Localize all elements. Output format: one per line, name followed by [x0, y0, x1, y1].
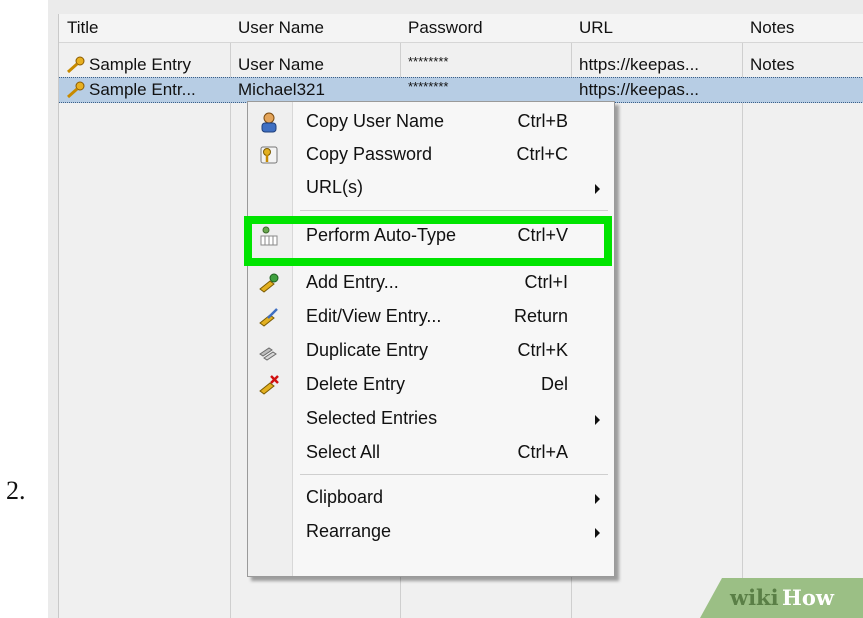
submenu-arrow-icon [595, 528, 600, 538]
delete-entry-icon [259, 375, 279, 395]
column-header-notes[interactable]: Notes [750, 14, 794, 42]
menu-item-urls[interactable]: URL(s) [248, 172, 614, 205]
menu-item-edit-view-entry[interactable]: Edit/View Entry... Return [248, 301, 614, 334]
column-header-user-name[interactable]: User Name [238, 14, 324, 42]
menu-item-label: Duplicate Entry [306, 340, 429, 360]
context-menu: Copy User Name Ctrl+B Copy Password Ctrl… [247, 101, 615, 577]
menu-item-shortcut: Return [513, 306, 568, 326]
cell-notes: Notes [750, 55, 795, 74]
column-header-password[interactable]: Password [408, 14, 483, 42]
column-header-url[interactable]: URL [579, 14, 613, 42]
menu-item-label: Selected Entries [306, 408, 438, 428]
menu-item-label: Copy Password [306, 144, 433, 164]
submenu-arrow-icon [595, 415, 600, 425]
step-number: 2. [6, 476, 26, 505]
menu-item-label: URL(s) [306, 177, 363, 197]
menu-item-delete-entry[interactable]: Delete Entry Del [248, 369, 614, 402]
menu-item-select-all[interactable]: Select All Ctrl+A [248, 437, 614, 470]
cell-url: https://keepas... [579, 55, 700, 74]
wikihow-watermark: wiki How [700, 578, 863, 618]
cell-password: ******** [408, 54, 449, 69]
edit-entry-icon [259, 308, 278, 327]
entry-key-icon [67, 81, 85, 99]
key-icon [260, 146, 278, 164]
menu-item-rearrange[interactable]: Rearrange [248, 516, 614, 549]
menu-item-label: Delete Entry [306, 374, 406, 394]
menu-item-clipboard[interactable]: Clipboard [248, 482, 614, 515]
menu-item-label: Clipboard [306, 487, 384, 507]
cell-user-name: User Name [238, 55, 324, 74]
menu-item-label: Rearrange [306, 521, 392, 541]
menu-item-duplicate-entry[interactable]: Duplicate Entry Ctrl+K [248, 335, 614, 368]
menu-item-shortcut: Ctrl+C [516, 144, 568, 164]
table-row[interactable]: Sample Entry User Name ******** https://… [59, 52, 863, 78]
menu-item-shortcut: Ctrl+B [517, 111, 568, 131]
menu-item-label: Select All [306, 442, 381, 462]
table-row-selected[interactable]: Sample Entr... Michael321 ******** https… [59, 77, 863, 103]
menu-item-label: Copy User Name [306, 111, 445, 131]
entry-key-icon [67, 56, 85, 74]
menu-item-shortcut: Ctrl+K [517, 340, 568, 360]
menu-item-label: Edit/View Entry... [306, 306, 442, 326]
column-header-title[interactable]: Title [67, 14, 99, 42]
cell-title: Sample Entr... [89, 80, 196, 99]
watermark-wiki: wiki [730, 585, 779, 610]
submenu-arrow-icon [595, 494, 600, 504]
cell-user-name: Michael321 [238, 80, 325, 99]
menu-item-copy-password[interactable]: Copy Password Ctrl+C [248, 139, 614, 172]
menu-item-shortcut: Ctrl+A [517, 442, 568, 462]
user-icon [261, 112, 277, 133]
column-divider[interactable] [230, 14, 231, 618]
menu-item-copy-user-name[interactable]: Copy User Name Ctrl+B [248, 106, 614, 139]
cell-password: ******** [408, 79, 449, 94]
watermark-how: How [782, 585, 834, 610]
menu-item-label: Add Entry... [306, 272, 399, 292]
auto-type-highlight-box [244, 216, 612, 266]
menu-item-add-entry[interactable]: Add Entry... Ctrl+I [248, 267, 614, 300]
duplicate-entry-icon [259, 347, 277, 361]
menu-separator [300, 210, 608, 211]
add-entry-icon [259, 273, 279, 293]
menu-item-shortcut: Del [540, 374, 568, 394]
menu-separator [300, 474, 608, 475]
menu-item-selected-entries[interactable]: Selected Entries [248, 403, 614, 436]
column-header-row: Title User Name Password URL Notes [59, 14, 863, 43]
cell-title: Sample Entry [89, 55, 192, 74]
menu-item-shortcut: Ctrl+I [524, 272, 568, 292]
cell-url: https://keepas... [579, 80, 700, 99]
column-divider[interactable] [742, 14, 743, 618]
submenu-arrow-icon [595, 184, 600, 194]
